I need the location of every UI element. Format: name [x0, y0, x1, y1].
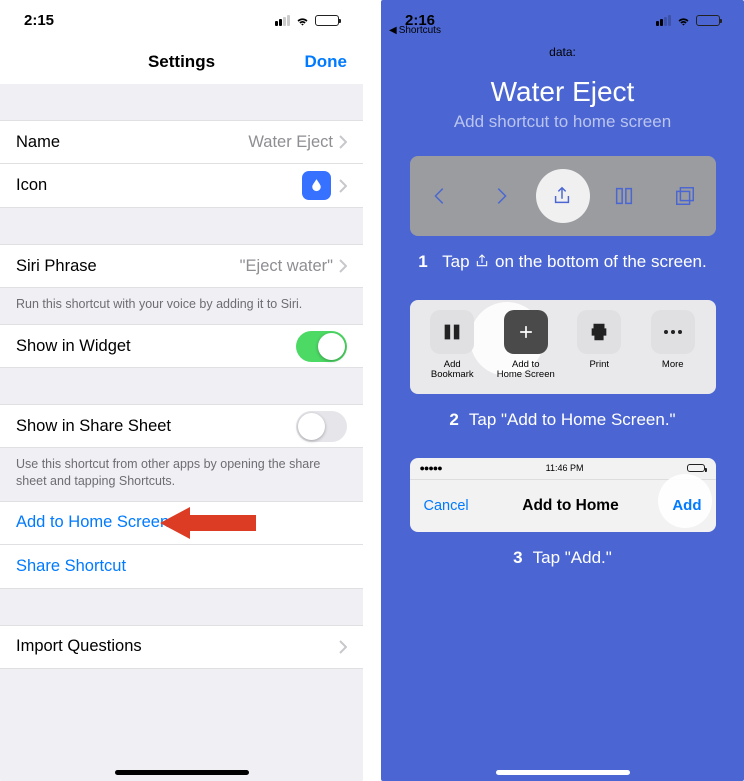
battery-icon: [687, 464, 705, 472]
share-shortcut-button[interactable]: Share Shortcut: [0, 545, 363, 589]
status-bar: 2:15: [0, 0, 363, 40]
share-icon: [542, 185, 582, 207]
step-1-text: 1 Tap on the bottom of the screen.: [401, 250, 724, 274]
icon-cell[interactable]: Icon: [0, 164, 363, 208]
bookmarks-icon: [604, 185, 644, 207]
done-button[interactable]: Done: [305, 52, 348, 72]
page-title: Settings: [148, 52, 215, 72]
add-to-home-screen-button[interactable]: Add to Home Screen: [0, 501, 363, 545]
wifi-icon: [295, 13, 310, 28]
more-item: More: [636, 310, 710, 390]
cellular-dots-icon: ●●●●●: [420, 463, 442, 473]
show-in-share-sheet-cell: Show in Share Sheet: [0, 404, 363, 448]
add-to-home-screen-item: Add to Home Screen: [489, 310, 563, 390]
add-button: Add: [672, 497, 701, 514]
chevron-right-icon: [339, 259, 347, 273]
chevron-right-icon: [339, 135, 347, 149]
home-indicator[interactable]: [496, 770, 630, 775]
home-indicator[interactable]: [115, 770, 249, 775]
battery-icon: [315, 15, 339, 26]
forward-icon: [481, 185, 521, 207]
cancel-button: Cancel: [424, 498, 469, 514]
battery-icon: [696, 15, 720, 26]
chevron-right-icon: [339, 179, 347, 193]
right-instruction-screen: 2:16 ◀ Shortcuts data: Water Eject Add s…: [381, 0, 744, 781]
add-to-home-title: Add to Home: [469, 497, 673, 515]
share-icon: [474, 252, 490, 268]
status-time: 2:15: [24, 12, 54, 29]
nav-header: Settings Done: [0, 40, 363, 84]
print-item: Print: [563, 310, 637, 390]
wifi-icon: [676, 13, 691, 28]
back-to-app-button[interactable]: ◀ Shortcuts: [389, 25, 441, 36]
water-drop-icon: [302, 171, 331, 200]
left-settings-screen: 2:15 Settings Done Name Water Eject Icon: [0, 0, 363, 781]
siri-phrase-cell[interactable]: Siri Phrase "Eject water": [0, 244, 363, 288]
chevron-right-icon: [339, 640, 347, 654]
cellular-icon: [656, 15, 671, 26]
share-sheet-footer-note: Use this shortcut from other apps by ope…: [0, 448, 363, 501]
share-sheet-illustration: Add Bookmark Add to Home Screen Print Mo…: [410, 300, 716, 394]
siri-footer-note: Run this shortcut with your voice by add…: [0, 288, 363, 324]
show-in-widget-toggle[interactable]: [296, 331, 347, 362]
status-icons: [275, 13, 339, 28]
add-bookmark-item: Add Bookmark: [416, 310, 490, 390]
url-hint: data:: [381, 40, 744, 68]
tabs-icon: [665, 185, 705, 207]
back-icon: [420, 185, 460, 207]
import-questions-cell[interactable]: Import Questions: [0, 625, 363, 669]
back-chevron-icon: ◀: [389, 25, 397, 36]
show-in-share-sheet-toggle[interactable]: [296, 411, 347, 442]
page-title: Water Eject: [381, 76, 744, 108]
safari-toolbar-illustration: [410, 156, 716, 236]
name-cell[interactable]: Name Water Eject: [0, 120, 363, 164]
status-icons: [656, 13, 720, 28]
step-2-text: 2Tap "Add to Home Screen.": [401, 408, 724, 432]
cellular-icon: [275, 15, 290, 26]
add-to-home-illustration: ●●●●● 11:46 PM Cancel Add to Home Add: [410, 458, 716, 532]
step-3-text: 3Tap "Add.": [401, 546, 724, 570]
page-subtitle: Add shortcut to home screen: [381, 112, 744, 132]
show-in-widget-cell: Show in Widget: [0, 324, 363, 368]
